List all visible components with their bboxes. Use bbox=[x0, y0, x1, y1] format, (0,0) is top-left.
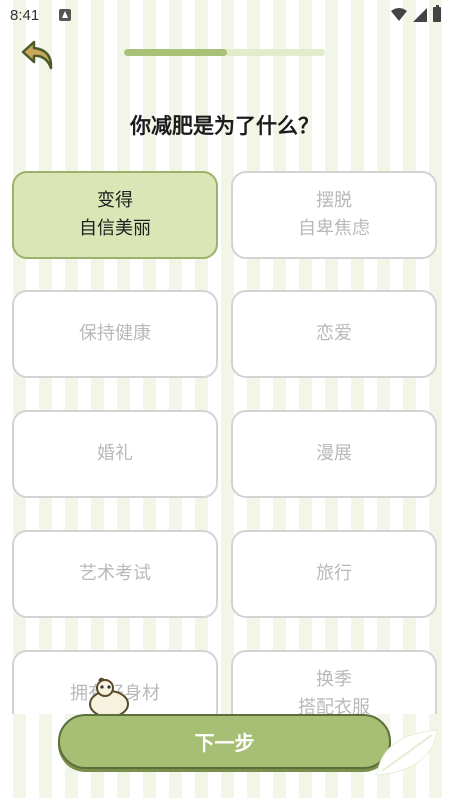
option-card[interactable]: 婚礼 bbox=[12, 410, 218, 498]
options-grid: 变得 自信美丽 摆脱 自卑焦虑 保持健康 恋爱 婚礼 漫展 艺术考试 旅行 拥有… bbox=[12, 171, 437, 714]
option-card[interactable]: 艺术考试 bbox=[12, 530, 218, 618]
system-icons bbox=[391, 5, 441, 22]
progress-bar bbox=[124, 49, 325, 56]
option-card[interactable]: 旅行 bbox=[231, 530, 437, 618]
option-card[interactable]: 保持健康 bbox=[12, 290, 218, 378]
option-card[interactable]: 换季 搭配衣服 bbox=[231, 650, 437, 714]
option-label-line1: 漫展 bbox=[316, 443, 352, 464]
progress-fill bbox=[124, 49, 227, 56]
battery-icon bbox=[433, 5, 441, 22]
option-card[interactable]: 变得 自信美丽 bbox=[12, 171, 218, 259]
option-label-line2: 自卑焦虑 bbox=[298, 218, 370, 239]
option-label-line1: 换季 bbox=[316, 669, 352, 690]
notification-icon bbox=[59, 9, 71, 21]
leaf-icon bbox=[376, 729, 438, 776]
signal-icon bbox=[413, 7, 427, 22]
next-button[interactable]: 下一步 bbox=[58, 714, 391, 769]
wifi-icon bbox=[391, 7, 407, 21]
mascot-icon bbox=[89, 677, 129, 718]
back-arrow-icon[interactable] bbox=[19, 38, 57, 72]
option-label-line1: 旅行 bbox=[316, 563, 352, 584]
status-bar: 8:41 bbox=[0, 0, 449, 30]
option-card[interactable]: 漫展 bbox=[231, 410, 437, 498]
option-label-line1: 变得 bbox=[97, 190, 133, 211]
option-label-line2: 搭配衣服 bbox=[298, 697, 370, 714]
option-label-line1: 保持健康 bbox=[79, 323, 151, 344]
option-card[interactable]: 摆脱 自卑焦虑 bbox=[231, 171, 437, 259]
option-label-line1: 摆脱 bbox=[316, 190, 352, 211]
option-label-line1: 恋爱 bbox=[316, 323, 352, 344]
status-time: 8:41 bbox=[10, 7, 40, 24]
question-title: 你减肥是为了什么？ bbox=[130, 114, 319, 138]
option-label-line1: 艺术考试 bbox=[79, 563, 151, 584]
option-label-line1: 婚礼 bbox=[97, 443, 133, 464]
option-card[interactable]: 恋爱 bbox=[231, 290, 437, 378]
option-label-line2: 自信美丽 bbox=[79, 218, 151, 239]
